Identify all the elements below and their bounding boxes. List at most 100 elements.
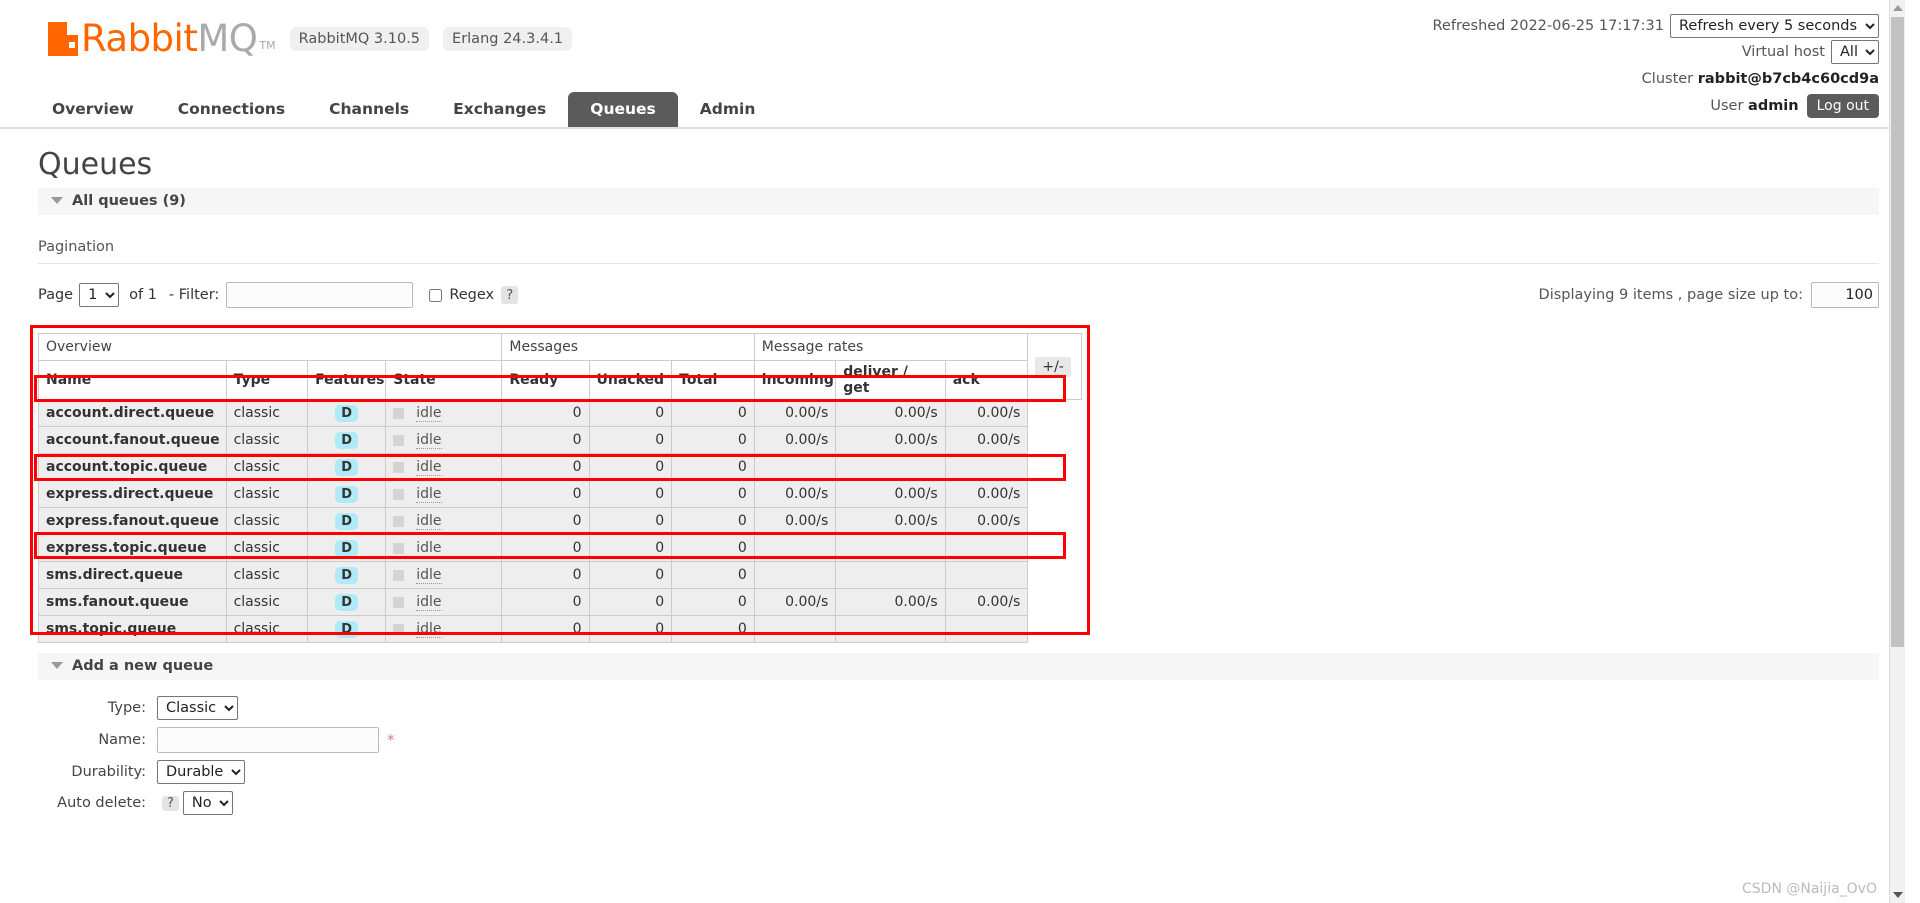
column-header-incoming[interactable]: incoming [753, 360, 837, 400]
queue-incoming-rate-cell: 0.00/s [753, 480, 837, 508]
durable-badge: D [335, 566, 359, 584]
chevron-down-icon-add-queue [51, 661, 63, 669]
table-row[interactable]: sms.direct.queue classic Didle 0 0 0 [38, 561, 1082, 589]
tab-admin[interactable]: Admin [678, 92, 778, 127]
column-header-ready[interactable]: Ready [501, 360, 590, 400]
queue-deliver-get-rate-cell: 0.00/s [835, 480, 946, 508]
vertical-scrollbar[interactable] [1889, 0, 1905, 903]
filter-label: - Filter: [168, 287, 220, 303]
tab-exchanges[interactable]: Exchanges [431, 92, 568, 127]
row-spacer-cell [1028, 535, 1082, 562]
row-spacer-cell [1028, 400, 1082, 427]
add-queue-section: Add a new queue Type: Classic Name: * Du… [38, 653, 1879, 815]
column-header-unacked[interactable]: Unacked [588, 360, 673, 400]
rabbitmq-logo-icon [48, 22, 78, 56]
queue-name-input[interactable] [157, 727, 379, 753]
table-row[interactable]: account.topic.queue classic Didle 0 0 0 [38, 453, 1082, 481]
queue-unacked-cell: 0 [588, 534, 673, 562]
tab-channels[interactable]: Channels [307, 92, 431, 127]
regex-help-icon[interactable]: ? [501, 286, 519, 304]
column-header-name[interactable]: Name [38, 360, 227, 400]
queue-ready-cell: 0 [501, 453, 590, 481]
scroll-down-arrow-icon[interactable] [1893, 892, 1903, 898]
column-header-features[interactable]: Features [307, 360, 387, 400]
scroll-up-arrow-icon[interactable] [1893, 5, 1903, 11]
queue-incoming-rate-cell [753, 534, 837, 562]
main-content: Queues All queues (9) Pagination Page 1 … [0, 147, 1905, 815]
queue-total-cell: 0 [671, 453, 755, 481]
watermark: CSDN @Naijia_OvO [1742, 881, 1877, 897]
table-row[interactable]: sms.topic.queue classic Didle 0 0 0 [38, 615, 1082, 643]
app-header: Rabbit MQ TM RabbitMQ 3.10.5 Erlang 24.3.4… [0, 0, 1905, 118]
page-select[interactable]: 1 [79, 283, 120, 307]
add-queue-section-header[interactable]: Add a new queue [38, 653, 1879, 680]
queue-features-cell: D [307, 561, 387, 589]
state-color-box-icon [393, 623, 405, 635]
queue-unacked-cell: 0 [588, 615, 673, 643]
queue-deliver-get-rate-cell [835, 561, 946, 589]
table-row[interactable]: account.fanout.queue classic Didle 0 0 0 0.00/… [38, 426, 1082, 454]
queue-ack-rate-cell [944, 453, 1029, 481]
table-row[interactable]: sms.fanout.queue classic Didle 0 0 0 0.00/s 0.0… [38, 588, 1082, 616]
group-header-overview: Overview [37, 333, 503, 361]
queue-ready-cell: 0 [501, 561, 590, 589]
queue-name-cell: account.topic.queue [38, 453, 227, 481]
state-indicator: idle [393, 540, 494, 557]
page-total-label: of 1 [129, 287, 157, 303]
column-header-ack[interactable]: ack [944, 360, 1029, 400]
queue-type-cell: classic [225, 426, 309, 454]
required-asterisk: * [387, 731, 395, 749]
app-root: Rabbit MQ TM RabbitMQ 3.10.5 Erlang 24.3.4… [0, 0, 1905, 903]
form-row-autodelete: Auto delete: ? No [38, 791, 1879, 815]
regex-label: Regex [449, 287, 495, 303]
autodelete-select[interactable]: No [182, 791, 233, 815]
filter-input[interactable] [226, 282, 414, 308]
queue-type-select[interactable]: Classic [157, 696, 238, 720]
pagination-section-label: Pagination [38, 239, 1879, 264]
queue-type-cell: classic [225, 561, 309, 589]
type-label: Type: [107, 700, 146, 716]
scrollbar-thumb[interactable] [1891, 17, 1904, 647]
row-spacer-cell [1028, 589, 1082, 616]
regex-checkbox[interactable] [429, 288, 443, 302]
queue-unacked-cell: 0 [588, 426, 673, 454]
table-row[interactable]: account.direct.queue classic Didle 0 0 0 0.00/… [38, 399, 1082, 427]
table-row[interactable]: express.fanout.queue classic Didle 0 0 0 0.00/… [38, 507, 1082, 535]
all-queues-section-header[interactable]: All queues (9) [38, 188, 1879, 215]
state-color-box-icon [393, 461, 405, 473]
queue-state-cell: idle [385, 480, 503, 508]
queue-deliver-get-rate-cell [835, 534, 946, 562]
autodelete-help-icon[interactable]: ? [162, 795, 179, 811]
column-header-type[interactable]: Type [225, 360, 309, 400]
add-queue-label: Add a new queue [72, 658, 214, 674]
refresh-interval-select[interactable]: Refresh every 5 seconds [1670, 14, 1879, 38]
vhost-select[interactable]: All [1831, 40, 1879, 64]
queue-deliver-get-rate-cell: 0.00/s [835, 426, 946, 454]
queues-table: Overview Messages Message rates +/- Name… [37, 333, 1082, 643]
tab-overview[interactable]: Overview [30, 92, 156, 127]
tab-queues[interactable]: Queues [568, 92, 678, 127]
column-header-total[interactable]: Total [671, 360, 755, 400]
page-size-input[interactable] [1811, 282, 1879, 308]
rabbitmq-logo[interactable]: Rabbit MQ TM RabbitMQ 3.10.5 Erlang 24.3.4… [48, 20, 573, 57]
queue-type-cell: classic [225, 480, 309, 508]
table-row[interactable]: express.topic.queue classic Didle 0 0 0 [38, 534, 1082, 562]
queue-features-cell: D [307, 426, 387, 454]
row-spacer-cell [1028, 427, 1082, 454]
durable-badge: D [335, 620, 359, 638]
state-color-box-icon [393, 569, 405, 581]
column-header-state[interactable]: State [385, 360, 503, 400]
queues-table-container: Overview Messages Message rates +/- Name… [30, 325, 1879, 643]
queue-name-cell: account.fanout.queue [38, 426, 227, 454]
queue-ready-cell: 0 [501, 399, 590, 427]
queue-unacked-cell: 0 [588, 507, 673, 535]
state-indicator: idle [393, 432, 494, 449]
table-row[interactable]: express.direct.queue classic Didle 0 0 0 0.00/… [38, 480, 1082, 508]
queue-features-cell: D [307, 399, 387, 427]
column-header-deliver-get[interactable]: deliver / get [835, 360, 946, 400]
tab-connections[interactable]: Connections [156, 92, 307, 127]
expand-columns-button[interactable]: +/- [1035, 356, 1071, 377]
durability-select[interactable]: Durable [157, 760, 245, 784]
cluster-label: Cluster [1641, 71, 1694, 87]
queue-type-cell: classic [225, 615, 309, 643]
